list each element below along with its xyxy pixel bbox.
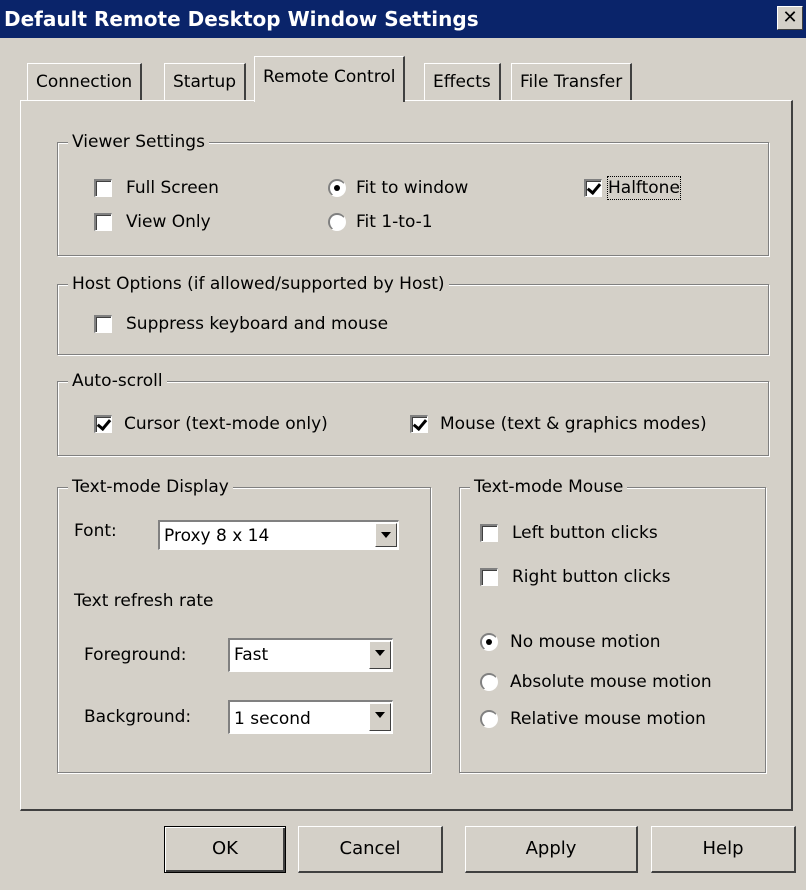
background-value: 1 second — [234, 709, 311, 729]
halftone-label: Halftone — [607, 176, 681, 200]
fit-to-window-label: Fit to window — [356, 178, 469, 198]
right-clicks-box[interactable] — [480, 568, 498, 586]
text-mouse-title: Text-mode Mouse — [470, 476, 628, 498]
tab-effects[interactable]: Effects — [424, 63, 501, 100]
tab-connection-label: Connection — [36, 72, 133, 92]
relative-motion-dot[interactable] — [480, 710, 498, 728]
absolute-motion-label: Absolute mouse motion — [510, 672, 712, 692]
mouse-box[interactable] — [410, 415, 428, 433]
close-button[interactable]: ✕ — [777, 6, 803, 30]
view-only-box[interactable] — [94, 213, 112, 231]
cursor-label: Cursor (text-mode only) — [124, 414, 328, 434]
foreground-label: Foreground: — [84, 645, 187, 665]
viewer-settings-group: Viewer Settings Full Screen View Only Fi… — [57, 131, 769, 256]
tab-file-transfer-label: File Transfer — [520, 72, 623, 92]
help-button[interactable]: Help — [651, 826, 796, 873]
refresh-rate-label: Text refresh rate — [74, 591, 214, 611]
title-bar[interactable]: Default Remote Desktop Window Settings ✕ — [0, 0, 806, 38]
tab-startup-label: Startup — [173, 72, 237, 92]
text-display-title: Text-mode Display — [68, 476, 233, 498]
left-clicks-label: Left button clicks — [512, 523, 658, 543]
tab-remote-control-label: Remote Control — [263, 67, 396, 87]
fit-1to1-label: Fit 1-to-1 — [356, 212, 433, 232]
view-only-label: View Only — [126, 212, 211, 232]
font-dropdown[interactable]: Proxy 8 x 14 — [158, 520, 399, 550]
cancel-button[interactable]: Cancel — [298, 826, 443, 873]
text-display-group: Text-mode Display Font: Proxy 8 x 14 Tex… — [57, 476, 431, 773]
background-label: Background: — [84, 707, 192, 727]
font-value: Proxy 8 x 14 — [164, 526, 270, 546]
absolute-motion-dot[interactable] — [480, 673, 498, 691]
apply-button[interactable]: Apply — [465, 826, 638, 873]
halftone-box[interactable] — [584, 179, 602, 197]
suppress-box[interactable] — [94, 315, 112, 333]
left-clicks-box[interactable] — [480, 524, 498, 542]
settings-dialog: Default Remote Desktop Window Settings ✕… — [0, 0, 806, 890]
text-mouse-group: Text-mode Mouse Left button clicks Right… — [459, 476, 766, 773]
background-dropdown[interactable]: 1 second — [228, 700, 393, 734]
relative-motion-label: Relative mouse motion — [510, 709, 706, 729]
mouse-label: Mouse (text & graphics modes) — [440, 414, 707, 434]
window-title: Default Remote Desktop Window Settings — [4, 7, 479, 31]
host-options-group: Host Options (if allowed/supported by Ho… — [57, 273, 769, 355]
ok-button[interactable]: OK — [164, 826, 286, 873]
viewer-settings-title: Viewer Settings — [68, 131, 209, 153]
no-motion-label: No mouse motion — [510, 632, 661, 652]
host-options-title: Host Options (if allowed/supported by Ho… — [68, 273, 449, 295]
right-clicks-label: Right button clicks — [512, 567, 671, 587]
tab-startup[interactable]: Startup — [164, 63, 247, 100]
foreground-dropdown[interactable]: Fast — [228, 638, 393, 672]
tab-connection[interactable]: Connection — [27, 63, 143, 100]
full-screen-box[interactable] — [94, 179, 112, 197]
fit-to-window-dot[interactable] — [328, 179, 346, 197]
tab-file-transfer[interactable]: File Transfer — [511, 63, 633, 100]
suppress-label: Suppress keyboard and mouse — [126, 314, 389, 334]
cursor-box[interactable] — [94, 415, 112, 433]
foreground-value: Fast — [234, 645, 269, 665]
background-dropdown-arrow-icon[interactable] — [369, 703, 391, 731]
tab-remote-control[interactable]: Remote Control — [254, 56, 406, 102]
full-screen-label: Full Screen — [126, 178, 219, 198]
foreground-dropdown-arrow-icon[interactable] — [369, 641, 391, 669]
auto-scroll-group: Auto-scroll Cursor (text-mode only) Mous… — [57, 370, 769, 456]
font-label: Font: — [74, 521, 117, 541]
auto-scroll-title: Auto-scroll — [68, 370, 167, 392]
font-dropdown-arrow-icon[interactable] — [375, 523, 397, 547]
no-motion-dot[interactable] — [480, 633, 498, 651]
tab-panel-remote-control: Viewer Settings Full Screen View Only Fi… — [20, 100, 793, 811]
tab-effects-label: Effects — [433, 72, 491, 92]
fit-1to1-dot[interactable] — [328, 213, 346, 231]
